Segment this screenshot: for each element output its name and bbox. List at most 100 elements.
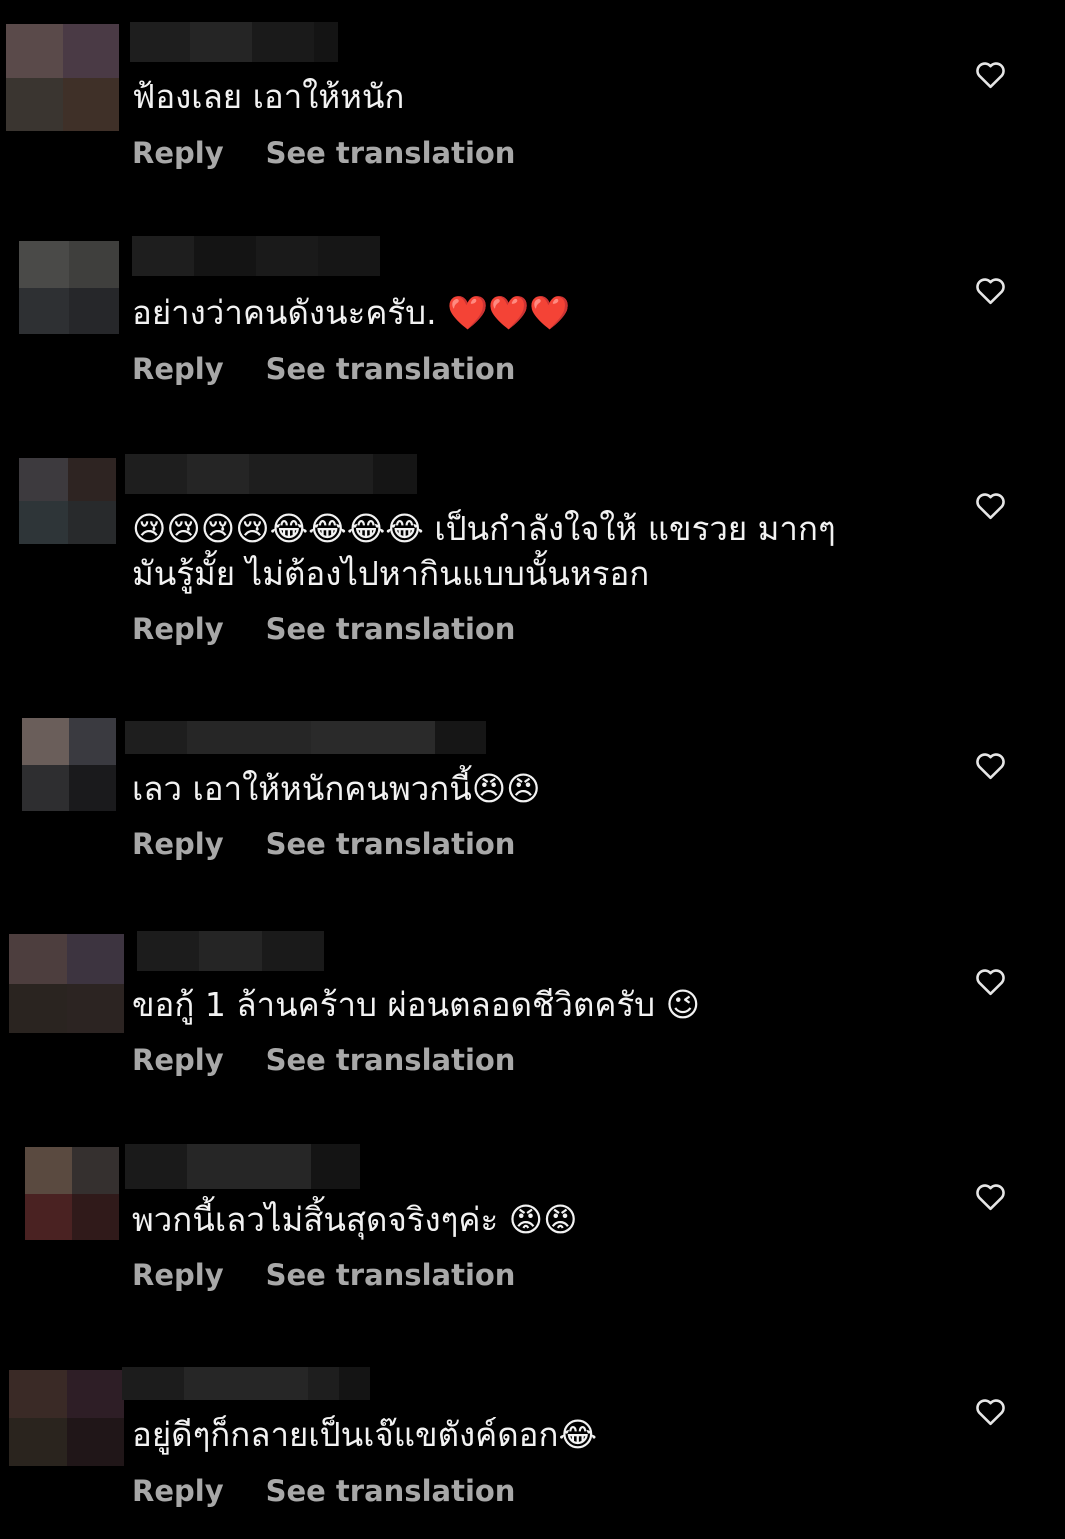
- avatar-tile: [67, 458, 116, 501]
- avatar-tile: [66, 934, 124, 984]
- avatar-tile: [22, 718, 69, 765]
- avatar-tile: [19, 501, 68, 544]
- avatar-tile: [69, 241, 119, 288]
- like-heart-icon[interactable]: [975, 276, 1006, 305]
- redaction-block: [293, 931, 324, 971]
- avatar-tile: [66, 983, 124, 1033]
- avatar-tile: [72, 1147, 119, 1194]
- avatar-tile: [9, 983, 67, 1033]
- reply-button[interactable]: Reply: [132, 1043, 224, 1077]
- username-redacted[interactable]: [125, 1144, 360, 1189]
- redaction-block: [125, 1144, 187, 1189]
- avatar[interactable]: [25, 1147, 119, 1240]
- see-translation-button[interactable]: See translation: [266, 612, 516, 646]
- avatar[interactable]: [19, 458, 116, 544]
- comment-text: ขอกู้ 1 ล้านคร้าบ ผ่อนตลอดชีวิตครับ 😉: [132, 985, 701, 1024]
- redaction-block: [249, 454, 373, 494]
- comment-text: พวกนี้เลวไม่สิ้นสุดจริงๆค่ะ 😡😡: [132, 1200, 578, 1239]
- redaction-block: [187, 454, 249, 494]
- avatar-tile: [25, 1193, 72, 1240]
- redaction-block: [184, 1367, 308, 1400]
- avatar-tile: [22, 764, 69, 811]
- see-translation-button[interactable]: See translation: [266, 136, 516, 170]
- see-translation-button[interactable]: See translation: [266, 352, 516, 386]
- redaction-block: [125, 454, 187, 494]
- username-redacted[interactable]: [125, 454, 417, 494]
- redaction-block: [194, 236, 256, 276]
- username-redacted[interactable]: [125, 721, 486, 754]
- see-translation-button[interactable]: See translation: [266, 1258, 516, 1292]
- username-redacted[interactable]: [137, 931, 324, 971]
- avatar-tile: [62, 24, 119, 78]
- comment-actions: Reply See translation: [132, 612, 515, 646]
- avatar-tile: [6, 24, 63, 78]
- reply-button[interactable]: Reply: [132, 827, 224, 861]
- avatar-tile: [69, 287, 119, 334]
- reply-button[interactable]: Reply: [132, 1258, 224, 1292]
- see-translation-button[interactable]: See translation: [266, 1043, 516, 1077]
- redaction-block: [339, 1367, 370, 1400]
- like-heart-icon[interactable]: [975, 751, 1006, 780]
- redaction-block: [137, 931, 199, 971]
- avatar-tile: [6, 77, 63, 131]
- like-heart-icon[interactable]: [975, 1182, 1006, 1211]
- avatar-tile: [72, 1193, 119, 1240]
- redaction-block: [308, 1367, 339, 1400]
- avatar[interactable]: [9, 934, 124, 1033]
- see-translation-button[interactable]: See translation: [266, 827, 516, 861]
- redaction-block: [435, 721, 486, 754]
- see-translation-button[interactable]: See translation: [266, 1474, 516, 1508]
- reply-button[interactable]: Reply: [132, 1474, 224, 1508]
- redaction-block: [187, 721, 311, 754]
- comment-actions: Reply See translation: [132, 136, 515, 170]
- comment-text: เลว เอาให้หนักคนพวกนี้😠😠: [132, 769, 541, 808]
- like-heart-icon[interactable]: [975, 491, 1006, 520]
- reply-button[interactable]: Reply: [132, 352, 224, 386]
- avatar-tile: [62, 77, 119, 131]
- redaction-block: [190, 22, 252, 62]
- comment-text: อย่างว่าคนดังนะครับ. ❤️❤️❤️: [132, 293, 571, 332]
- comment-text: ฟ้องเลย เอาให้หนัก: [132, 77, 405, 116]
- avatar[interactable]: [9, 1370, 124, 1466]
- username-redacted[interactable]: [132, 236, 380, 276]
- redaction-block: [130, 22, 190, 62]
- avatar-tile: [69, 718, 116, 765]
- comment-text: อยู่ดีๆก็กลายเป็นเจ๊แขตังค์ดอก😂: [132, 1415, 597, 1454]
- avatar-tile: [9, 934, 67, 984]
- username-redacted[interactable]: [122, 1367, 370, 1400]
- like-heart-icon[interactable]: [975, 967, 1006, 996]
- like-heart-icon[interactable]: [975, 1397, 1006, 1426]
- redaction-block: [199, 931, 262, 971]
- avatar[interactable]: [19, 241, 119, 334]
- redaction-block: [122, 1367, 184, 1400]
- comment-actions: Reply See translation: [132, 1043, 515, 1077]
- avatar-tile: [19, 458, 68, 501]
- avatar-tile: [9, 1418, 67, 1466]
- redaction-block: [318, 236, 380, 276]
- redaction-block: [256, 236, 318, 276]
- avatar-tile: [67, 501, 116, 544]
- avatar-tile: [25, 1147, 72, 1194]
- avatar[interactable]: [6, 24, 119, 131]
- redaction-block: [311, 721, 435, 754]
- reply-button[interactable]: Reply: [132, 136, 224, 170]
- like-heart-icon[interactable]: [975, 60, 1006, 89]
- username-redacted[interactable]: [130, 22, 338, 62]
- avatar-tile: [66, 1370, 124, 1418]
- avatar-tile: [19, 241, 69, 288]
- avatar[interactable]: [22, 718, 116, 811]
- reply-button[interactable]: Reply: [132, 612, 224, 646]
- redaction-block: [262, 931, 293, 971]
- comment-text: 😢😢😢😢😂😂😂😂 เป็นกำลังใจให้ แขรวย มากๆมันรู้…: [132, 509, 836, 593]
- redaction-block: [187, 1144, 311, 1189]
- avatar-tile: [69, 764, 116, 811]
- redaction-block: [373, 454, 417, 494]
- avatar-tile: [19, 287, 69, 334]
- redaction-block: [132, 236, 194, 276]
- redaction-block: [336, 1144, 360, 1189]
- redaction-block: [125, 721, 187, 754]
- comment-actions: Reply See translation: [132, 1258, 515, 1292]
- redaction-block: [252, 22, 314, 62]
- comment-actions: Reply See translation: [132, 352, 515, 386]
- comment-actions: Reply See translation: [132, 827, 515, 861]
